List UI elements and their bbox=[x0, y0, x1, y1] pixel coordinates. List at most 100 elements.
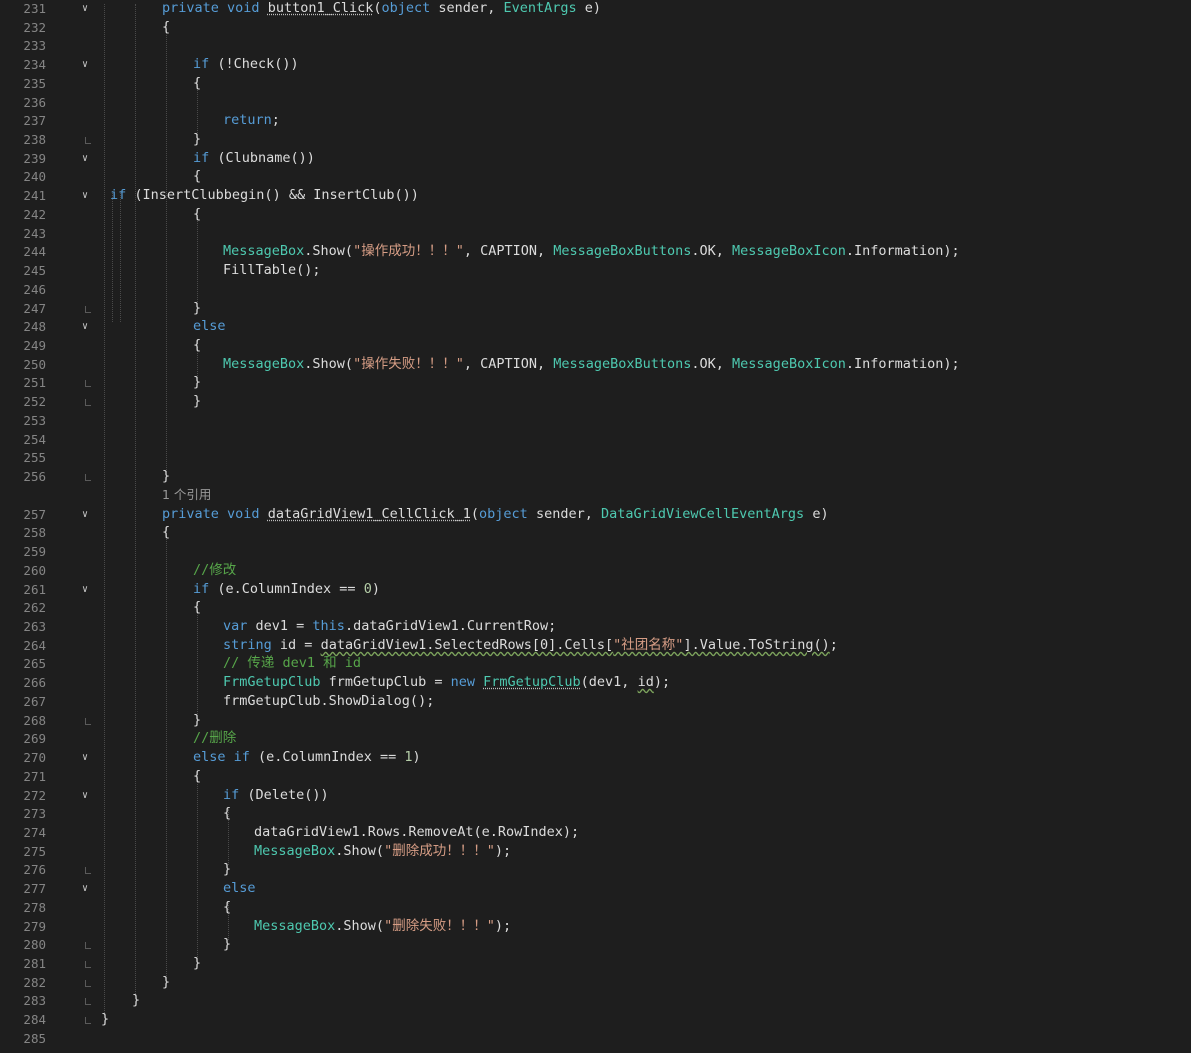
fold-end-bracket bbox=[85, 399, 91, 406]
code-token: MessageBoxIcon bbox=[732, 356, 846, 372]
code-token: dataGridView1.Rows.RemoveAt(e.RowIndex); bbox=[254, 824, 580, 840]
indent-guide bbox=[197, 772, 198, 959]
code-line[interactable]: if (!Check()) bbox=[193, 55, 299, 74]
code-token: { bbox=[193, 599, 202, 615]
code-line[interactable]: MessageBox.Show("删除成功！！！"); bbox=[254, 842, 511, 861]
chevron-down-icon[interactable]: ∨ bbox=[79, 749, 91, 767]
code-line[interactable]: } bbox=[223, 860, 231, 879]
code-token: e) bbox=[804, 506, 829, 522]
code-token: } bbox=[162, 974, 171, 990]
code-line[interactable]: { bbox=[223, 804, 231, 823]
chevron-down-icon[interactable]: ∨ bbox=[79, 0, 91, 18]
code-line[interactable]: MessageBox.Show("操作成功！！！", CAPTION, Mess… bbox=[223, 242, 960, 261]
code-line[interactable]: private void dataGridView1_CellClick_1(o… bbox=[162, 505, 829, 524]
references-codelens[interactable]: 1 个引用 bbox=[162, 486, 211, 504]
chevron-down-icon[interactable]: ∨ bbox=[79, 506, 91, 524]
code-line[interactable]: if (Delete()) bbox=[223, 786, 329, 805]
code-token: } bbox=[193, 393, 202, 409]
code-line[interactable]: } bbox=[193, 299, 201, 318]
code-token: else bbox=[193, 318, 226, 334]
code-line[interactable]: { bbox=[162, 523, 170, 542]
code-line[interactable]: { bbox=[193, 767, 201, 786]
chevron-down-icon[interactable]: ∨ bbox=[79, 187, 91, 205]
chevron-down-icon[interactable]: ∨ bbox=[79, 581, 91, 599]
code-line[interactable]: frmGetupClub.ShowDialog(); bbox=[223, 692, 434, 711]
code-token: if bbox=[110, 187, 127, 203]
code-line[interactable]: { bbox=[193, 167, 201, 186]
code-token: ; bbox=[271, 112, 280, 128]
code-line[interactable]: } bbox=[193, 954, 201, 973]
code-line[interactable]: MessageBox.Show("删除失败！！！"); bbox=[254, 917, 511, 936]
code-line[interactable]: } bbox=[193, 392, 201, 411]
chevron-down-icon[interactable]: ∨ bbox=[79, 150, 91, 168]
code-line[interactable]: private void button1_Click(object sender… bbox=[162, 0, 601, 18]
code-token: } bbox=[223, 861, 232, 877]
line-number: 240 bbox=[23, 169, 46, 184]
code-line[interactable]: else bbox=[223, 879, 256, 898]
code-line[interactable]: if (InsertClubbegin() && InsertClub()) bbox=[110, 186, 419, 205]
code-line[interactable]: { bbox=[193, 205, 201, 224]
code-token: new bbox=[450, 674, 475, 690]
code-token: .Show( bbox=[304, 356, 354, 372]
code-line[interactable]: //删除 bbox=[193, 729, 236, 748]
code-token: //修改 bbox=[193, 562, 237, 578]
chevron-down-icon[interactable]: ∨ bbox=[79, 787, 91, 805]
code-token: { bbox=[193, 768, 202, 784]
code-token: else bbox=[193, 749, 226, 765]
code-token: ; bbox=[829, 637, 838, 653]
code-line[interactable]: return; bbox=[223, 111, 280, 130]
code-token: } bbox=[193, 955, 202, 971]
code-editor[interactable]: 231 ∨ 232 233 234 ∨ 235 236 237 238 239 ∨ 240 241 ∨ 242… bbox=[0, 0, 1191, 1053]
code-line[interactable]: { bbox=[162, 18, 170, 37]
code-token: .OK, bbox=[691, 243, 733, 259]
code-line[interactable]: { bbox=[193, 598, 201, 617]
code-token: frmGetupClub.ShowDialog(); bbox=[223, 693, 435, 709]
code-token: sender, bbox=[430, 0, 504, 16]
code-line[interactable]: } bbox=[193, 711, 201, 730]
code-line[interactable]: else if (e.ColumnIndex == 1) bbox=[193, 748, 421, 767]
code-token: } bbox=[223, 936, 232, 952]
code-line[interactable]: if (e.ColumnIndex == 0) bbox=[193, 580, 380, 599]
code-token: } bbox=[193, 374, 202, 390]
code-line[interactable]: if (Clubname()) bbox=[193, 149, 315, 168]
code-token: { bbox=[223, 899, 232, 915]
code-token: ) bbox=[412, 749, 421, 765]
code-line[interactable]: } bbox=[193, 373, 201, 392]
chevron-down-icon[interactable]: ∨ bbox=[79, 880, 91, 898]
code-token: else bbox=[223, 880, 256, 896]
code-line[interactable]: { bbox=[193, 336, 201, 355]
code-line[interactable]: { bbox=[193, 74, 201, 93]
code-token: { bbox=[193, 75, 202, 91]
code-line[interactable]: } bbox=[193, 130, 201, 149]
code-line[interactable]: //修改 bbox=[193, 561, 236, 580]
line-number: 259 bbox=[23, 544, 46, 559]
code-line[interactable]: } bbox=[132, 991, 140, 1010]
code-line[interactable]: string id = dataGridView1.SelectedRows[0… bbox=[223, 636, 838, 655]
code-line[interactable]: MessageBox.Show("操作失败！！！", CAPTION, Mess… bbox=[223, 355, 960, 374]
code-line[interactable]: // 传递 dev1 和 id bbox=[223, 654, 361, 673]
code-token: this bbox=[312, 618, 345, 634]
code-line[interactable]: var dev1 = this.dataGridView1.CurrentRow… bbox=[223, 617, 556, 636]
chevron-down-icon[interactable]: ∨ bbox=[79, 318, 91, 336]
chevron-down-icon[interactable]: ∨ bbox=[79, 56, 91, 74]
code-token: .Show( bbox=[335, 843, 385, 859]
code-line[interactable]: } bbox=[162, 973, 170, 992]
code-line[interactable]: { bbox=[223, 898, 231, 917]
code-token: (Clubname()) bbox=[209, 150, 315, 166]
code-token: .dataGridView1.CurrentRow; bbox=[344, 618, 557, 634]
code-line[interactable]: FrmGetupClub frmGetupClub = new FrmGetup… bbox=[223, 673, 670, 692]
line-number: 269 bbox=[23, 731, 46, 746]
line-number: 238 bbox=[23, 132, 46, 147]
code-line[interactable]: } bbox=[162, 467, 170, 486]
code-line[interactable]: } bbox=[101, 1010, 109, 1029]
code-line[interactable]: FillTable(); bbox=[223, 261, 321, 280]
line-number: 280 bbox=[23, 937, 46, 952]
fold-end-bracket bbox=[85, 474, 91, 481]
code-line[interactable]: dataGridView1.Rows.RemoveAt(e.RowIndex); bbox=[254, 823, 579, 842]
code-line[interactable]: } bbox=[223, 935, 231, 954]
code-token: frmGetupClub = bbox=[320, 674, 451, 690]
code-line[interactable]: else bbox=[193, 317, 226, 336]
